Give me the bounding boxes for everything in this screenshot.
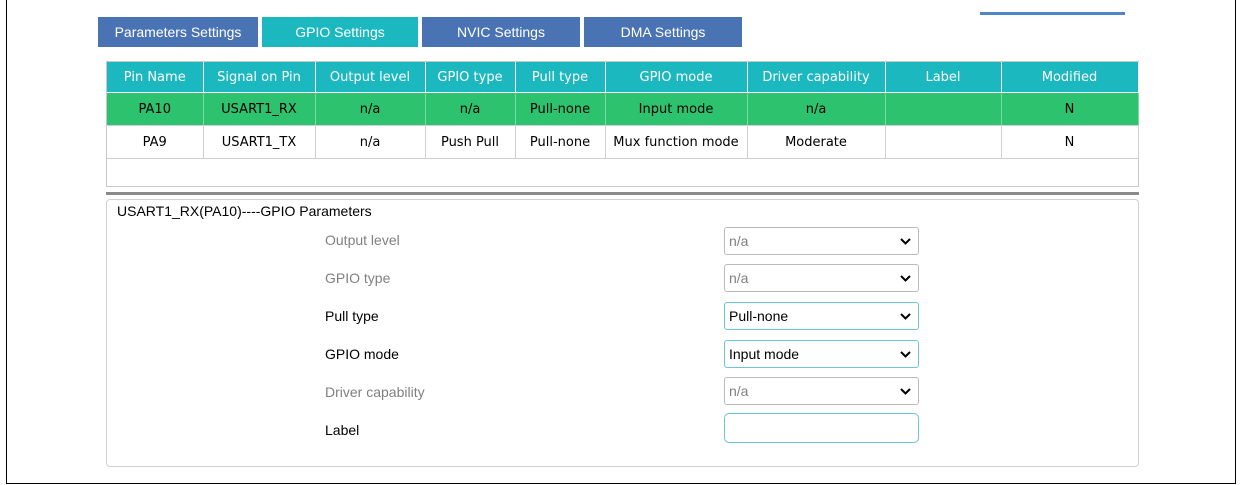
cell-pin-name: PA10: [107, 92, 204, 126]
driver-capability-select[interactable]: n/a: [724, 377, 919, 405]
tab-parameters-settings[interactable]: Parameters Settings: [98, 17, 258, 47]
column-header-driver-capability[interactable]: Driver capability: [747, 62, 886, 93]
gpio-parameters-panel: USART1_RX(PA10)----GPIO Parameters Outpu…: [106, 199, 1139, 467]
cell-label: [885, 92, 1002, 126]
cell-pull-type: Pull-none: [515, 125, 606, 159]
pull-type-select[interactable]: Pull-none: [724, 302, 919, 330]
column-header-gpio-mode[interactable]: GPIO mode: [605, 62, 748, 93]
cell-modified: N: [1001, 92, 1139, 126]
cell-gpio-type: n/a: [425, 92, 516, 126]
cell-label: [885, 125, 1002, 159]
output-level-label: Output level: [325, 232, 400, 248]
gpio-type-label: GPIO type: [325, 270, 391, 286]
column-header-signal-on-pin[interactable]: Signal on Pin: [203, 62, 316, 93]
cell-driver-capability: Moderate: [747, 125, 886, 159]
tab-nvic-settings[interactable]: NVIC Settings: [422, 17, 580, 47]
output-level-select[interactable]: n/a: [724, 227, 919, 255]
label-input[interactable]: [724, 413, 919, 443]
driver-capability-value: n/a: [729, 383, 749, 399]
column-header-pull-type[interactable]: Pull type: [515, 62, 606, 93]
table-row[interactable]: PA9 USART1_TX n/a Push Pull Pull-none Mu…: [107, 125, 1139, 159]
cell-modified: N: [1001, 125, 1139, 159]
gpio-mode-select[interactable]: Input mode: [724, 340, 919, 368]
cell-pin-name: PA9: [107, 125, 204, 159]
cell-driver-capability: n/a: [747, 92, 886, 126]
cell-signal: USART1_TX: [203, 125, 316, 159]
chevron-down-icon: [900, 351, 911, 358]
column-header-pin-name[interactable]: Pin Name: [107, 62, 204, 93]
gpio-type-value: n/a: [729, 270, 749, 286]
column-header-output-level[interactable]: Output level: [315, 62, 426, 93]
pull-type-value: Pull-none: [729, 308, 789, 324]
cell-gpio-mode: Input mode: [605, 92, 748, 126]
tab-dma-settings[interactable]: DMA Settings: [584, 17, 742, 47]
driver-capability-label: Driver capability: [325, 384, 425, 400]
panel-title: USART1_RX(PA10)----GPIO Parameters: [117, 203, 372, 219]
cell-signal: USART1_RX: [203, 92, 316, 126]
cell-pull-type: Pull-none: [515, 92, 606, 126]
cell-output-level: n/a: [315, 125, 426, 159]
cell-gpio-type: Push Pull: [425, 125, 516, 159]
label-field-label: Label: [325, 422, 360, 438]
chevron-down-icon: [900, 313, 911, 320]
column-header-label[interactable]: Label: [885, 62, 1002, 93]
table-header-row: Pin Name Signal on Pin Output level GPIO…: [107, 62, 1139, 93]
gpio-mode-value: Input mode: [729, 346, 800, 362]
top-scroll-indicator: [980, 12, 1125, 15]
chevron-down-icon: [900, 238, 911, 245]
table-row[interactable]: PA10 USART1_RX n/a n/a Pull-none Input m…: [107, 92, 1139, 126]
cell-output-level: n/a: [315, 92, 426, 126]
cell-gpio-mode: Mux function mode: [605, 125, 748, 159]
column-header-gpio-type[interactable]: GPIO type: [425, 62, 516, 93]
pull-type-label: Pull type: [325, 308, 379, 324]
output-level-value: n/a: [729, 233, 749, 249]
tab-gpio-settings[interactable]: GPIO Settings: [262, 17, 418, 47]
gpio-mode-label: GPIO mode: [325, 346, 399, 362]
splitter-handle[interactable]: [106, 192, 1139, 195]
chevron-down-icon: [900, 388, 911, 395]
chevron-down-icon: [900, 275, 911, 282]
gpio-pin-table: Pin Name Signal on Pin Output level GPIO…: [106, 61, 1139, 187]
gpio-type-select[interactable]: n/a: [724, 264, 919, 292]
column-header-modified[interactable]: Modified: [1001, 62, 1139, 93]
